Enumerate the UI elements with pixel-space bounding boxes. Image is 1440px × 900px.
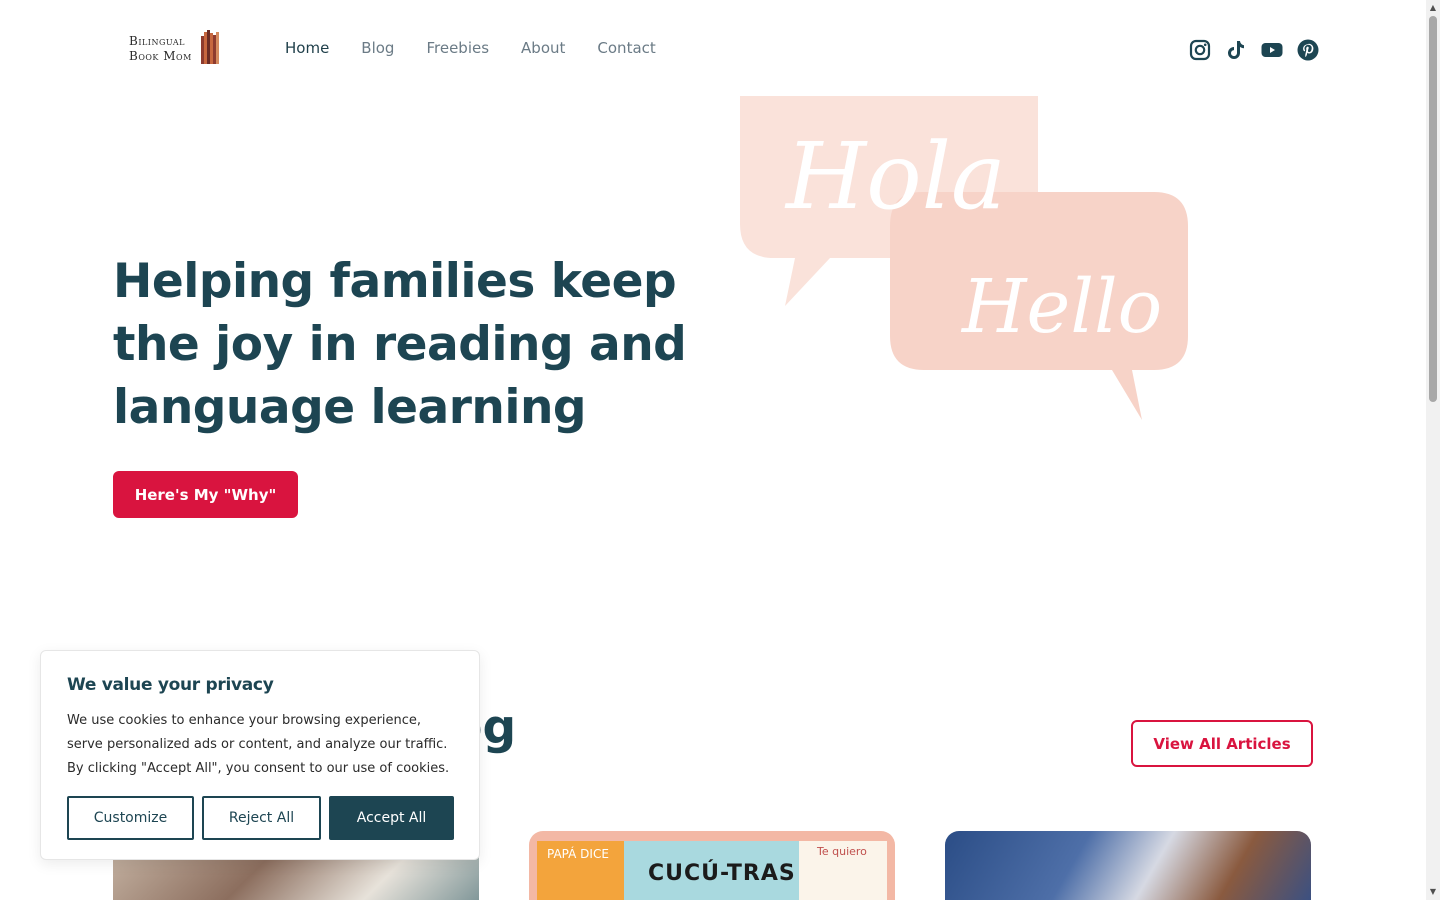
accept-all-button[interactable]: Accept All (329, 796, 454, 840)
customize-button[interactable]: Customize (67, 796, 194, 840)
nav-freebies[interactable]: Freebies (426, 38, 489, 58)
bubble-word-hello: Hello (960, 264, 1162, 350)
book-cover-cucu-tras: CUCÚ-TRAS (624, 841, 799, 900)
book-title-cucu-tras: CUCÚ-TRAS (648, 861, 796, 886)
cookie-text: We use cookies to enhance your browsing … (67, 713, 450, 776)
nav-contact[interactable]: Contact (597, 38, 655, 58)
nav-home[interactable]: Home (285, 38, 329, 58)
scroll-down-arrow-icon[interactable]: ▼ (1426, 886, 1440, 898)
youtube-icon[interactable] (1260, 38, 1284, 62)
social-links (1188, 38, 1320, 62)
nav-blog[interactable]: Blog (361, 38, 394, 58)
book-cover-papa-dice: PAPÁ DICE (537, 841, 624, 900)
vertical-scrollbar[interactable]: ▲ ▼ (1426, 0, 1440, 900)
hero-title: Helping families keep the joy in reading… (113, 254, 687, 435)
reject-all-button[interactable]: Reject All (202, 796, 321, 840)
main-nav: Home Blog Freebies About Contact (285, 38, 656, 58)
book-title-te-quiero: Te quiero (817, 845, 867, 858)
books-icon (201, 30, 219, 64)
instagram-icon[interactable] (1188, 38, 1212, 62)
cookie-title: We value your privacy (67, 675, 274, 695)
nav-about[interactable]: About (521, 38, 565, 58)
book-cover-te-quiero: Te quiero (799, 841, 887, 900)
logo-line-2: Book Mom (129, 49, 192, 63)
pinterest-icon[interactable] (1296, 38, 1320, 62)
bubble-word-hola: Hola (784, 123, 1006, 230)
why-button[interactable]: Here's My "Why" (113, 471, 298, 518)
speech-bubbles-illustration: Hola Hello (740, 96, 1188, 420)
logo-text: Bilingual Book Mom (129, 34, 192, 64)
book-title-papa-dice: PAPÁ DICE (547, 847, 609, 861)
blog-card-2-image[interactable]: PAPÁ DICE CUCÚ-TRAS Te quiero (529, 831, 895, 900)
page-viewport: Bilingual Book Mom Home Blog Freebies Ab… (0, 0, 1426, 900)
tiktok-icon[interactable] (1224, 38, 1248, 62)
view-all-articles-button[interactable]: View All Articles (1131, 720, 1313, 767)
cookie-consent-banner: We value your privacy We use cookies to … (40, 650, 480, 860)
scroll-up-arrow-icon[interactable]: ▲ (1426, 2, 1440, 14)
scroll-thumb[interactable] (1429, 16, 1437, 402)
site-logo[interactable]: Bilingual Book Mom (127, 28, 221, 66)
logo-line-1: Bilingual (129, 34, 185, 48)
blog-card-3-image[interactable] (945, 831, 1311, 900)
book-covers: PAPÁ DICE CUCÚ-TRAS Te quiero (537, 841, 887, 900)
